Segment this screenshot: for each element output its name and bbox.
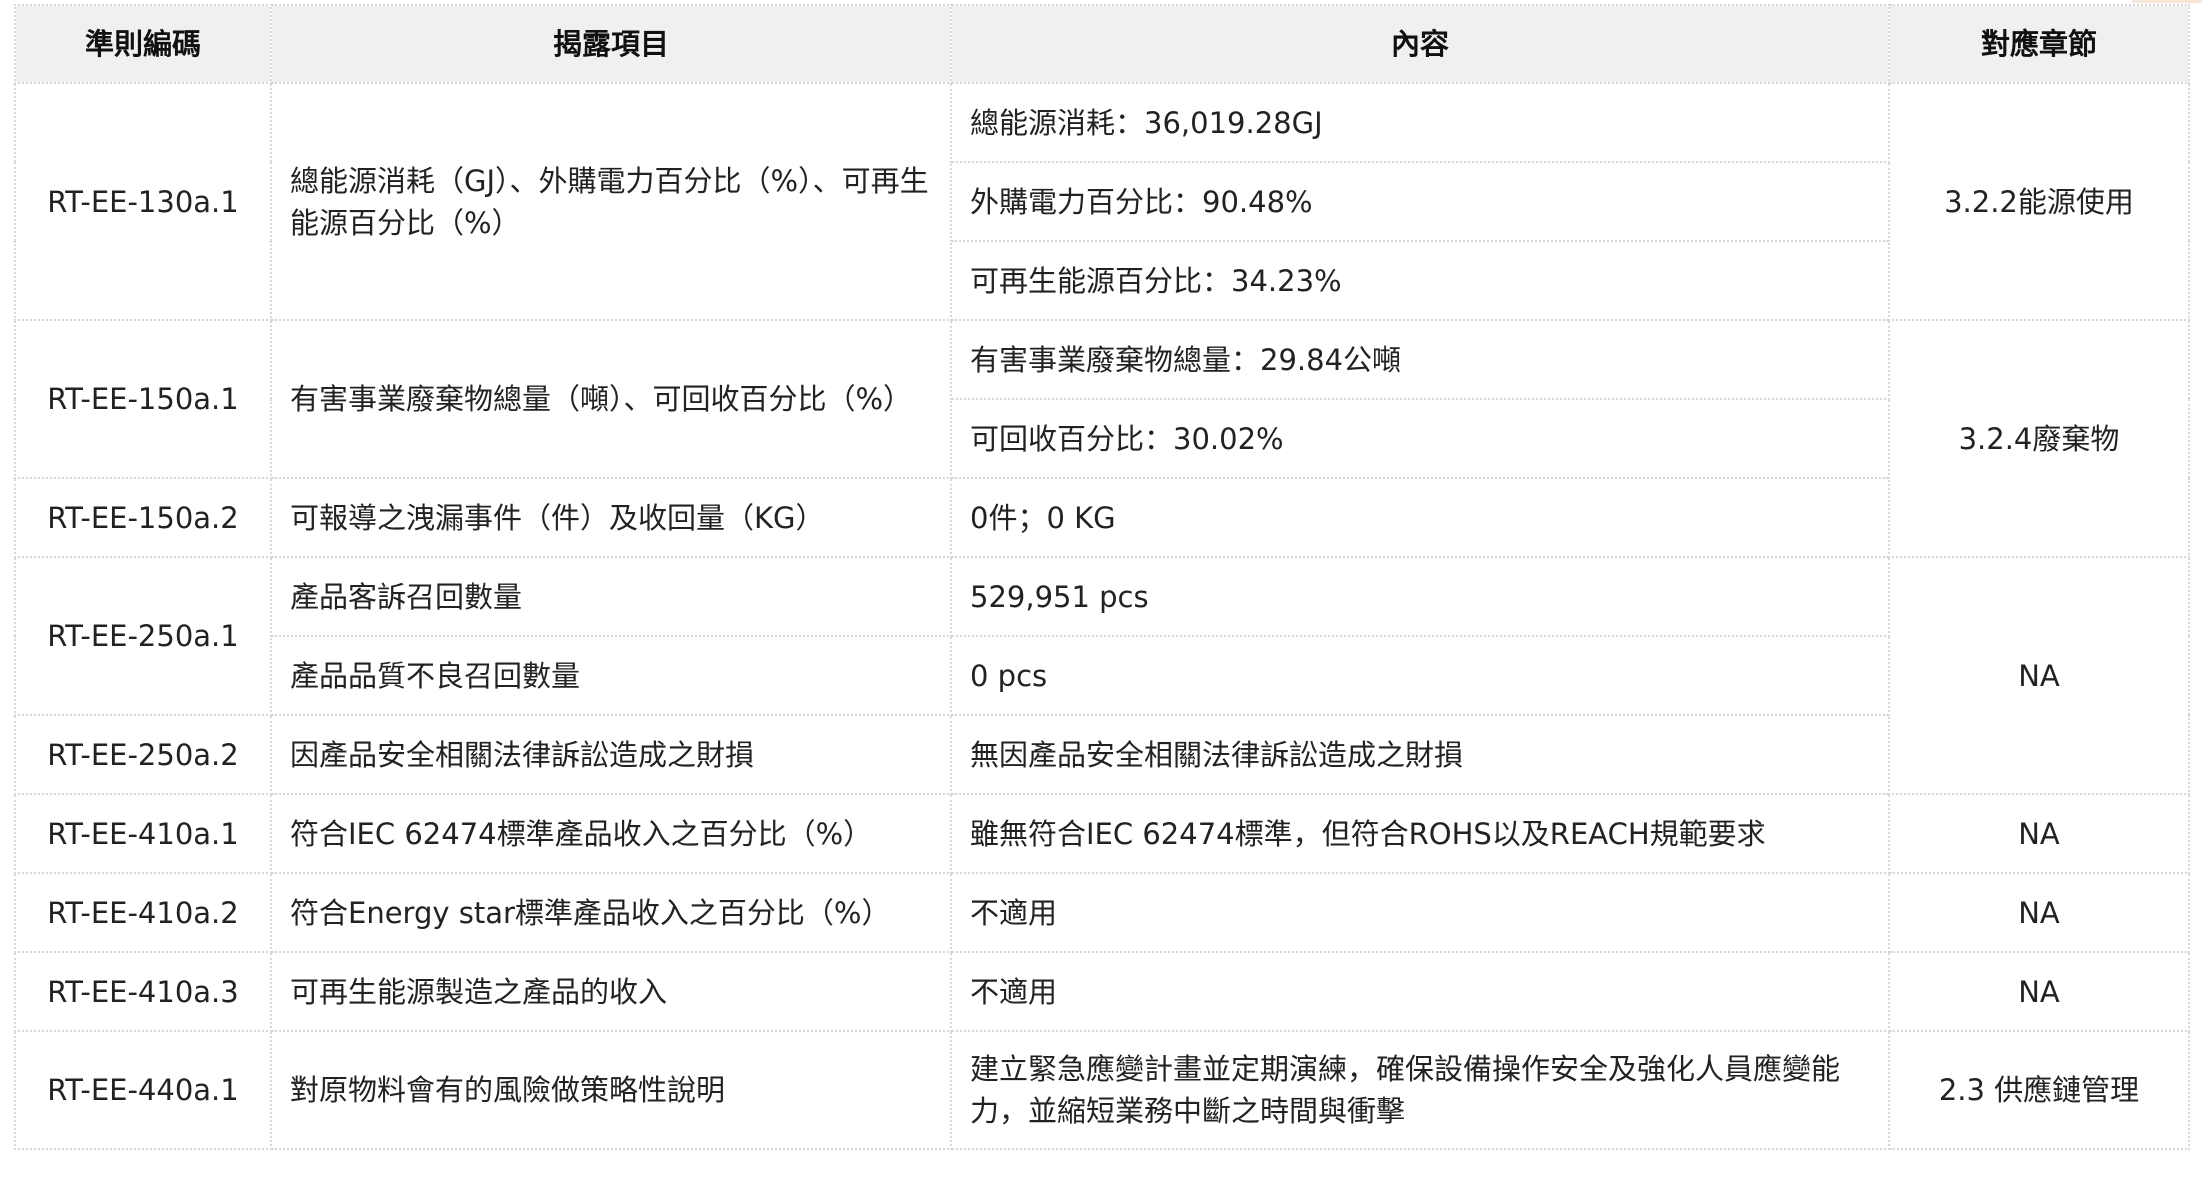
content-cell: 0 pcs: [950, 635, 1890, 716]
table-row: RT-EE-410a.2 符合Energy star標準產品收入之百分比（%） …: [14, 872, 2190, 953]
section-cell: 3.2.4廢棄物: [1888, 319, 2190, 558]
content-cell: 無因產品安全相關法律訴訟造成之財損: [950, 714, 1890, 795]
content-cell: 雖無符合IEC 62474標準，但符合ROHS以及REACH規範要求: [950, 793, 1890, 874]
table-row: RT-EE-250a.2 因產品安全相關法律訴訟造成之財損 無因產品安全相關法律…: [14, 714, 2189, 795]
code-cell: RT-EE-410a.2: [14, 872, 272, 953]
code-cell: RT-EE-440a.1: [14, 1030, 272, 1150]
item-cell: 總能源消耗（GJ）、外購電力百分比（%）、可再生能源百分比（%）: [270, 82, 952, 321]
code-cell: RT-EE-130a.1: [14, 82, 272, 321]
header-content: 內容: [950, 4, 1890, 84]
item-cell: 有害事業廢棄物總量（噸）、可回收百分比（%）: [270, 319, 952, 479]
item-cell: 產品品質不良召回數量: [270, 635, 952, 716]
top-accent-bar: [2132, 0, 2202, 3]
item-cell: 對原物料會有的風險做策略性說明: [270, 1030, 952, 1150]
code-cell: RT-EE-410a.3: [14, 951, 272, 1032]
table-row: RT-EE-410a.3 可再生能源製造之產品的收入 不適用 NA: [14, 951, 2190, 1032]
content-cell: 可回收百分比：30.02%: [950, 398, 1890, 479]
code-cell: RT-EE-150a.2: [14, 477, 272, 558]
table-row: RT-EE-150a.2 可報導之洩漏事件（件）及收回量（KG） 0件；0 KG: [14, 477, 2189, 558]
table-row: RT-EE-150a.1 有害事業廢棄物總量（噸）、可回收百分比（%） 有害事業…: [14, 319, 2190, 558]
table-row: RT-EE-440a.1 對原物料會有的風險做策略性說明 建立緊急應變計畫並定期…: [14, 1030, 2190, 1150]
table-header-row: 準則編碼 揭露項目 內容 對應章節: [14, 4, 2190, 84]
section-cell: 3.2.2能源使用: [1888, 82, 2190, 321]
item-cell: 產品客訴召回數量: [270, 556, 952, 637]
content-cell: 不適用: [950, 951, 1890, 1032]
header-section: 對應章節: [1888, 4, 2190, 84]
section-cell: NA: [1888, 872, 2190, 953]
code-cell: RT-EE-250a.1: [14, 556, 272, 716]
content-cell: 總能源消耗：36,019.28GJ: [950, 82, 1890, 163]
header-item: 揭露項目: [270, 4, 952, 84]
content-cell: 0件；0 KG: [950, 477, 1890, 558]
section-cell: NA: [1888, 793, 2190, 874]
content-cell: 不適用: [950, 872, 1890, 953]
item-cell: 因產品安全相關法律訴訟造成之財損: [270, 714, 952, 795]
content-cell: 529,951 pcs: [950, 556, 1890, 637]
content-cell: 可再生能源百分比：34.23%: [950, 240, 1890, 321]
sasb-index-table-container: 準則編碼 揭露項目 內容 對應章節 RT-EE-130a.1 總能源消耗（GJ）…: [14, 4, 2190, 1150]
item-cell: 符合IEC 62474標準產品收入之百分比（%）: [270, 793, 952, 874]
table-row: 產品品質不良召回數量 0 pcs: [15, 635, 2189, 716]
code-cell: RT-EE-250a.2: [14, 714, 272, 795]
table-row: RT-EE-130a.1 總能源消耗（GJ）、外購電力百分比（%）、可再生能源百…: [14, 82, 2190, 321]
section-cell: NA: [1888, 951, 2190, 1032]
item-cell: 符合Energy star標準產品收入之百分比（%）: [270, 872, 952, 953]
sasb-index-table: 準則編碼 揭露項目 內容 對應章節 RT-EE-130a.1 總能源消耗（GJ）…: [14, 4, 2190, 1150]
content-cell: 有害事業廢棄物總量：29.84公噸: [950, 319, 1890, 400]
header-code: 準則編碼: [14, 4, 272, 84]
code-cell: RT-EE-410a.1: [14, 793, 272, 874]
table-row: RT-EE-250a.1 產品客訴召回數量 529,951 pcs NA: [14, 556, 2190, 795]
section-cell: NA: [1888, 556, 2190, 795]
code-cell: RT-EE-150a.1: [14, 319, 272, 479]
item-cell: 可再生能源製造之產品的收入: [270, 951, 952, 1032]
table-row: RT-EE-410a.1 符合IEC 62474標準產品收入之百分比（%） 雖無…: [14, 793, 2190, 874]
item-cell: 可報導之洩漏事件（件）及收回量（KG）: [270, 477, 952, 558]
section-cell: 2.3 供應鏈管理: [1888, 1030, 2190, 1150]
content-cell: 外購電力百分比：90.48%: [950, 161, 1890, 242]
content-cell: 建立緊急應變計畫並定期演練，確保設備操作安全及強化人員應變能力，並縮短業務中斷之…: [950, 1030, 1890, 1150]
